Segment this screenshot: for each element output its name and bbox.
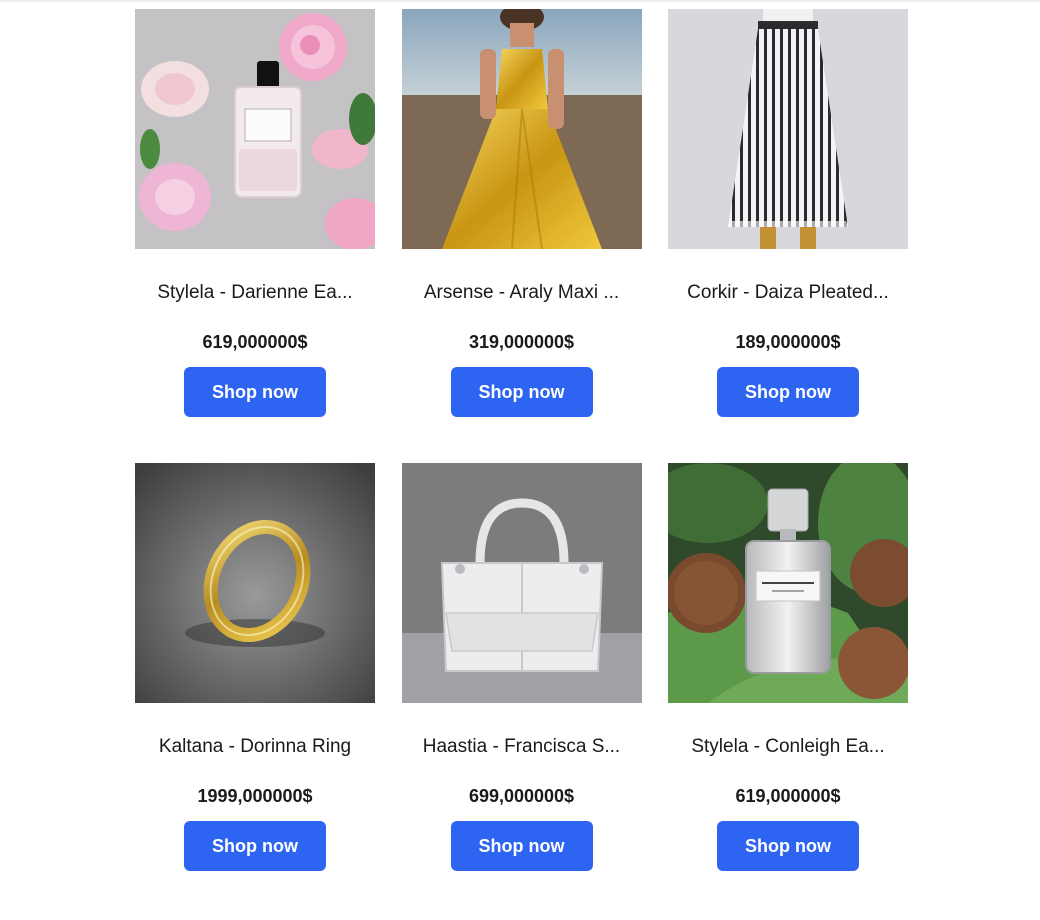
product-image-gold-ring[interactable] [135,463,375,703]
product-card: Stylela - Darienne Ea... 619,000000$ Sho… [135,9,375,417]
shop-now-button[interactable]: Shop now [450,821,593,871]
product-image-gold-dress[interactable] [401,9,642,249]
product-card: Arsense - Araly Maxi ... 319,000000$ Sho… [401,9,642,417]
product-image-pleated-skirt[interactable] [668,9,908,249]
product-price: 619,000000$ [202,332,308,352]
product-price: 699,000000$ [468,786,575,806]
product-price: 619,000000$ [735,786,841,806]
product-name[interactable]: Stylela - Darienne Ea... [145,283,365,303]
product-card: Haastia - Francisca S... 699,000000$ Sho… [401,463,642,871]
shop-now-button[interactable]: Shop now [184,821,326,871]
product-price: 1999,000000$ [197,786,313,806]
product-image-perfume-roses[interactable] [135,9,375,249]
product-name[interactable]: Corkir - Daiza Pleated... [678,283,898,303]
shop-now-button[interactable]: Shop now [184,367,326,417]
shop-now-button[interactable]: Shop now [450,367,593,417]
product-card: Corkir - Daiza Pleated... 189,000000$ Sh… [668,9,908,417]
product-grid: Stylela - Darienne Ea... 619,000000$ Sho… [135,9,908,871]
product-name[interactable]: Stylela - Conleigh Ea... [678,737,898,757]
shop-now-button[interactable]: Shop now [717,821,859,871]
product-name[interactable]: Arsense - Araly Maxi ... [412,283,632,303]
product-image-white-handbag[interactable] [401,463,642,703]
product-name[interactable]: Haastia - Francisca S... [412,737,632,757]
product-card: Kaltana - Dorinna Ring 1999,000000$ Shop… [135,463,375,871]
shop-now-button[interactable]: Shop now [717,367,859,417]
product-image-perfume-coconuts[interactable] [668,463,908,703]
product-price: 319,000000$ [468,332,575,352]
product-name[interactable]: Kaltana - Dorinna Ring [145,737,365,757]
product-card: Stylela - Conleigh Ea... 619,000000$ Sho… [668,463,908,871]
top-divider [0,0,1040,2]
product-price: 189,000000$ [735,332,841,352]
